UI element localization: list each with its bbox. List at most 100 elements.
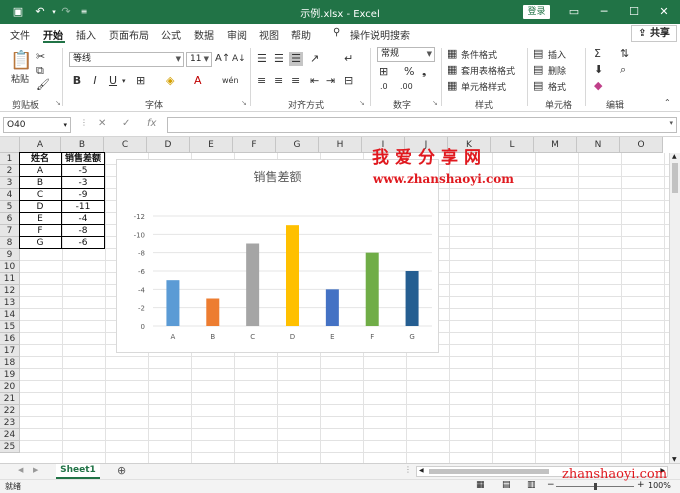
orientation-icon[interactable]: ↗: [310, 52, 319, 66]
cell-styles-icon[interactable]: ▦: [447, 79, 457, 93]
clear-icon[interactable]: ◆: [594, 79, 602, 93]
column-header[interactable]: D: [147, 137, 190, 153]
zoom-slider-thumb[interactable]: [594, 483, 597, 490]
bar-G[interactable]: [405, 271, 419, 326]
insert-cells-icon[interactable]: ▤: [533, 47, 543, 61]
font-name-select[interactable]: 等线 ▼: [69, 52, 184, 67]
tab-file[interactable]: 文件: [10, 27, 30, 42]
tab-data[interactable]: 数据: [194, 27, 214, 42]
bar-F[interactable]: [365, 252, 379, 326]
column-header[interactable]: L: [491, 137, 534, 153]
column-header[interactable]: E: [190, 137, 233, 153]
bar-B[interactable]: [206, 298, 220, 327]
alignment-launcher-icon[interactable]: ↘: [359, 99, 365, 107]
tab-formulas[interactable]: 公式: [161, 27, 181, 42]
lightbulb-icon[interactable]: ⚲: [333, 27, 340, 38]
number-format-select[interactable]: 常规 ▼: [377, 47, 435, 62]
row-header[interactable]: 21: [0, 393, 20, 405]
collapse-ribbon-icon[interactable]: ⌃: [664, 96, 671, 110]
italic-button[interactable]: I: [88, 74, 102, 88]
row-header[interactable]: 4: [0, 189, 20, 201]
bar-E[interactable]: [325, 289, 339, 326]
row-header[interactable]: 24: [0, 429, 20, 441]
row-header[interactable]: 2: [0, 165, 20, 177]
bold-button[interactable]: B: [70, 74, 84, 88]
font-launcher-icon[interactable]: ↘: [241, 99, 247, 107]
fill-color-icon[interactable]: ◈: [166, 74, 174, 88]
sort-filter-icon[interactable]: ⇅: [620, 47, 629, 61]
tab-split-icon[interactable]: ⋮: [404, 465, 412, 474]
row-header[interactable]: 14: [0, 309, 20, 321]
login-button[interactable]: 登录: [523, 5, 550, 19]
row-header[interactable]: 23: [0, 417, 20, 429]
row-header[interactable]: 20: [0, 381, 20, 393]
column-header[interactable]: C: [104, 137, 147, 153]
find-select-icon[interactable]: ⌕: [620, 63, 626, 77]
tab-page-layout[interactable]: 页面布局: [109, 27, 149, 42]
row-header[interactable]: 18: [0, 357, 20, 369]
h-scroll-thumb[interactable]: [429, 469, 549, 474]
select-all-corner[interactable]: [0, 137, 20, 153]
row-header[interactable]: 25: [0, 441, 20, 453]
shrink-font-icon[interactable]: A↓: [232, 52, 246, 66]
share-button[interactable]: ⇪ 共享: [631, 25, 677, 42]
tab-help[interactable]: 帮助: [291, 27, 311, 42]
row-header[interactable]: 13: [0, 297, 20, 309]
row-header[interactable]: 16: [0, 333, 20, 345]
cancel-entry-icon[interactable]: ✕: [98, 118, 106, 129]
tab-view[interactable]: 视图: [259, 27, 279, 42]
tab-home[interactable]: 开始: [43, 27, 63, 42]
column-header[interactable]: M: [534, 137, 577, 153]
currency-icon[interactable]: ⊞: [379, 65, 388, 79]
row-header[interactable]: 5: [0, 201, 20, 213]
scroll-thumb[interactable]: [672, 163, 678, 193]
underline-button[interactable]: U: [106, 74, 120, 88]
format-as-table-button[interactable]: 套用表格格式: [461, 64, 515, 77]
decrease-indent-icon[interactable]: ⇤: [310, 74, 319, 88]
row-header[interactable]: 15: [0, 321, 20, 333]
delete-cells-icon[interactable]: ▤: [533, 63, 543, 77]
page-break-view-icon[interactable]: ▥: [527, 480, 536, 490]
column-header[interactable]: F: [233, 137, 276, 153]
minimize-icon[interactable]: ─: [594, 4, 614, 20]
zoom-out-icon[interactable]: −: [547, 480, 555, 490]
align-bottom-icon[interactable]: ☰: [289, 52, 303, 66]
font-size-select[interactable]: 11 ▼: [186, 52, 212, 67]
add-sheet-icon[interactable]: ⊕: [117, 464, 126, 477]
increase-decimal-icon[interactable]: .0: [380, 80, 388, 94]
insert-function-button[interactable]: fx: [147, 118, 156, 129]
column-header[interactable]: N: [577, 137, 620, 153]
expand-formula-icon[interactable]: ▾: [669, 119, 673, 127]
delete-cells-button[interactable]: 删除: [548, 64, 566, 77]
bar-C[interactable]: [246, 243, 260, 327]
scroll-up-icon[interactable]: ▲: [672, 153, 677, 160]
prev-sheet-icon[interactable]: ◀: [18, 466, 23, 474]
bar-chart[interactable]: 销售差额 0 -2 -4 -6 -8 -10 -12 A B C D E F G: [116, 159, 439, 353]
row-header[interactable]: 8: [0, 237, 20, 249]
underline-dropdown-icon[interactable]: ▾: [122, 74, 126, 88]
format-as-table-icon[interactable]: ▦: [447, 63, 457, 77]
vertical-scrollbar[interactable]: ▲ ▼: [669, 153, 680, 463]
tab-insert[interactable]: 插入: [76, 27, 96, 42]
align-middle-icon[interactable]: ☰: [274, 52, 284, 66]
insert-cells-button[interactable]: 插入: [548, 48, 566, 61]
paste-button[interactable]: 粘贴: [11, 72, 29, 85]
align-center-icon[interactable]: ≡: [274, 74, 283, 88]
ribbon-display-icon[interactable]: ▭: [564, 4, 584, 20]
row-header[interactable]: 7: [0, 225, 20, 237]
row-header[interactable]: 17: [0, 345, 20, 357]
next-sheet-icon[interactable]: ▶: [33, 466, 38, 474]
row-header[interactable]: 19: [0, 369, 20, 381]
row-header[interactable]: 1: [0, 153, 20, 165]
align-top-icon[interactable]: ☰: [257, 52, 267, 66]
close-icon[interactable]: ✕: [654, 4, 674, 20]
scroll-down-icon[interactable]: ▼: [672, 456, 677, 463]
conditional-formatting-icon[interactable]: ▦: [447, 47, 457, 61]
borders-icon[interactable]: ⊞: [136, 74, 145, 88]
paste-icon[interactable]: 📋: [10, 52, 32, 70]
column-header[interactable]: H: [319, 137, 362, 153]
worksheet-grid[interactable]: ABCDEFGHIJKLMNO 1 2 3 4 5 6 7 8 9 10 11 12 13 14 15 16 1…: [0, 137, 680, 463]
phonetic-icon[interactable]: wén: [222, 74, 239, 88]
align-right-icon[interactable]: ≡: [291, 74, 300, 88]
formula-input[interactable]: ▾: [167, 117, 677, 133]
